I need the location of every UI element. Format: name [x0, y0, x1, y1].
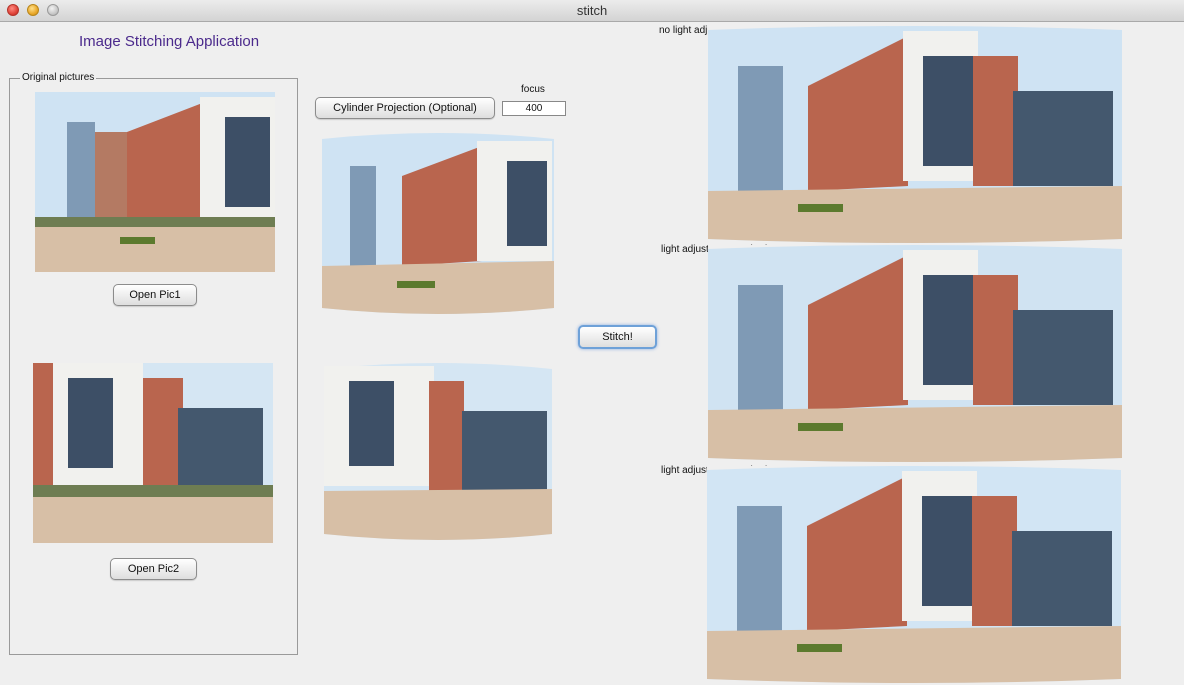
window-titlebar: stitch: [0, 0, 1184, 22]
open-pic2-button[interactable]: Open Pic2: [110, 558, 197, 580]
focus-input[interactable]: 400: [502, 101, 566, 116]
cylinder-projection-button[interactable]: Cylinder Projection (Optional): [315, 97, 495, 119]
original-pictures-legend: Original pictures: [20, 72, 97, 83]
stitched-no-light-image: [708, 26, 1122, 243]
focus-label: focus: [521, 84, 545, 95]
stitch-button[interactable]: Stitch!: [578, 325, 657, 349]
projected-pic1-image: [322, 131, 554, 316]
window-title: stitch: [576, 3, 608, 18]
app-title: Image Stitching Application: [79, 33, 260, 50]
stitched-method2-image: [707, 466, 1121, 683]
original-pic1-image: [35, 92, 275, 272]
original-pic2-image: [33, 363, 273, 543]
projected-pic2-image: [324, 361, 552, 542]
stitched-method1-image: [708, 245, 1122, 462]
open-pic1-button[interactable]: Open Pic1: [113, 284, 197, 306]
